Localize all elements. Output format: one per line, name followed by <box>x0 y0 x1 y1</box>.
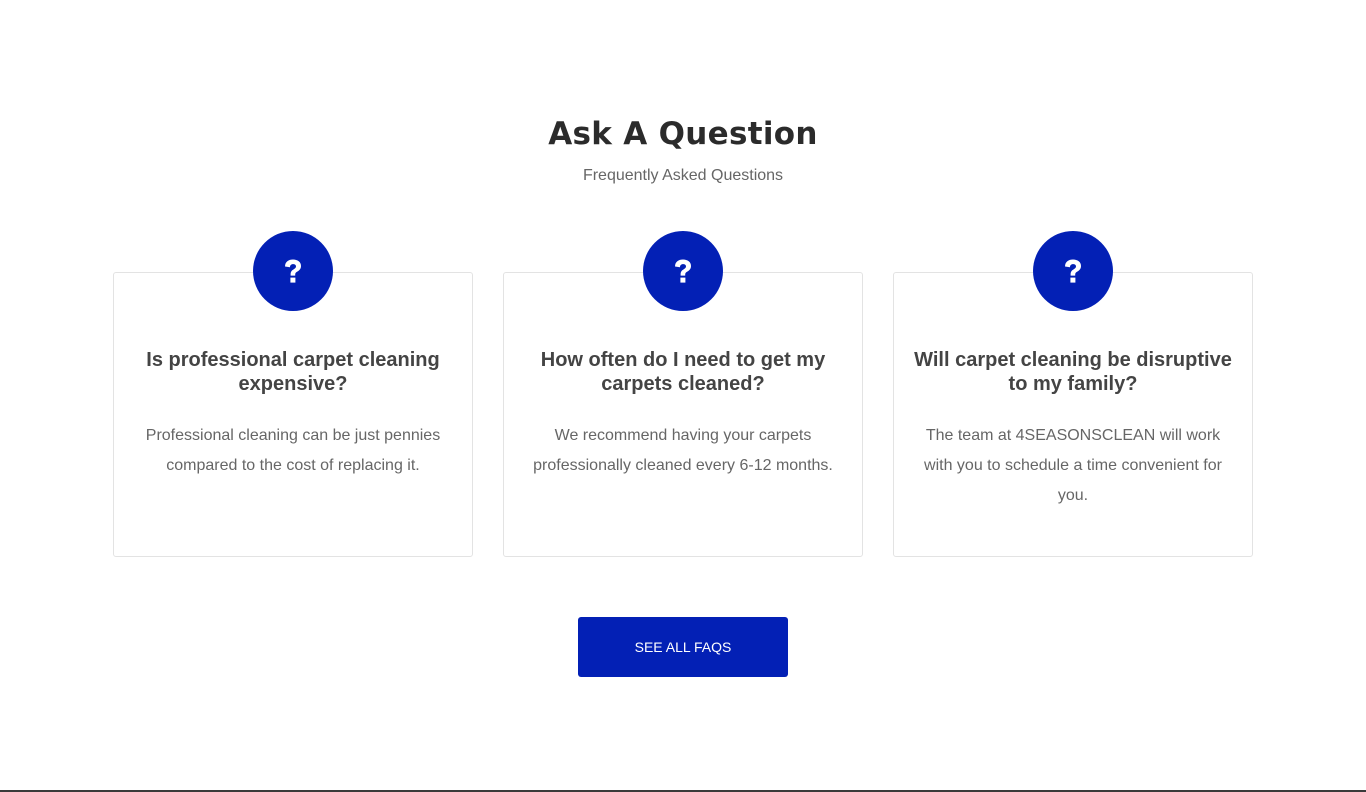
faq-card: Is professional carpet cleaning expensiv… <box>113 231 473 557</box>
faq-question: Will carpet cleaning be disruptive to my… <box>914 349 1232 395</box>
faq-question: How often do I need to get my carpets cl… <box>540 349 826 395</box>
faq-answer: We recommend having your carpets profess… <box>533 427 833 474</box>
faq-card: How often do I need to get my carpets cl… <box>503 231 863 557</box>
question-mark-icon <box>1033 231 1113 311</box>
question-mark-icon <box>643 231 723 311</box>
faq-card: Will carpet cleaning be disruptive to my… <box>893 231 1253 557</box>
faq-answer: The team at 4SEASONSCLEAN will work with… <box>924 427 1222 504</box>
see-all-faqs-button[interactable]: SEE ALL FAQS <box>578 617 788 677</box>
section-subtitle: Frequently Asked Questions <box>582 167 784 184</box>
faq-answer: Professional cleaning can be just pennie… <box>145 427 441 474</box>
faq-section: Ask A Question Frequently Asked Question… <box>0 0 1366 792</box>
faq-question: Is professional carpet cleaning expensiv… <box>146 349 440 395</box>
question-mark-icon <box>253 231 333 311</box>
section-title: Ask A Question <box>548 116 818 152</box>
